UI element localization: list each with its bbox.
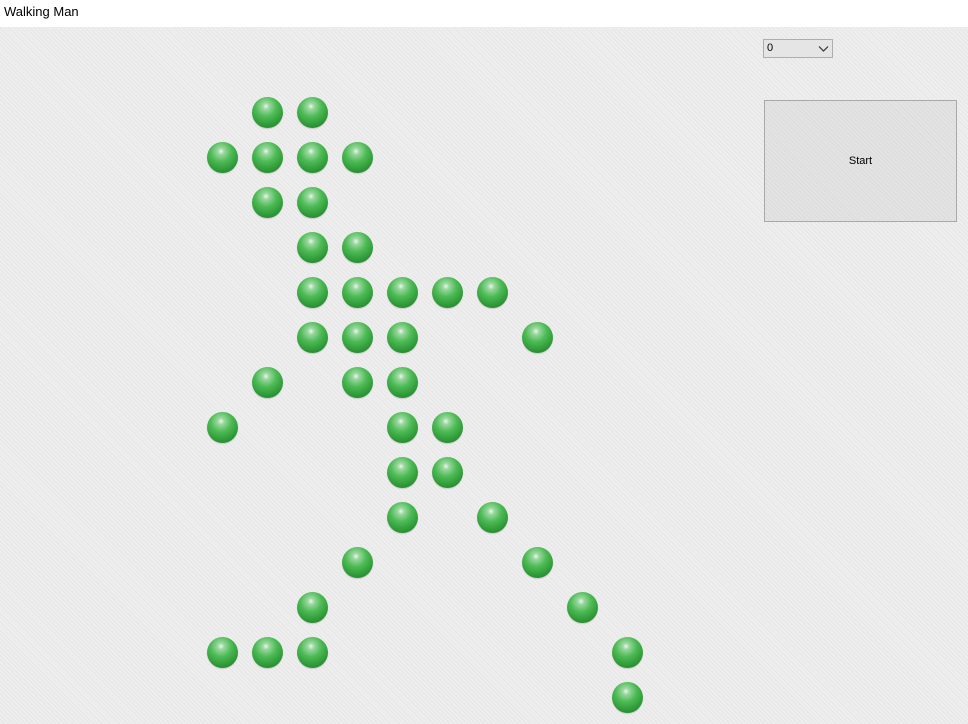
ball (342, 367, 373, 398)
frame-select-value: 0 (767, 42, 774, 54)
frame-select[interactable]: 0 (763, 39, 833, 58)
ball (387, 277, 418, 308)
ball (252, 367, 283, 398)
ball (207, 637, 238, 668)
ball (432, 412, 463, 443)
ball (432, 457, 463, 488)
ball (522, 322, 553, 353)
ball (387, 367, 418, 398)
ball (297, 232, 328, 263)
ball (387, 412, 418, 443)
ball (297, 637, 328, 668)
start-button-label: Start (848, 155, 873, 167)
ball (252, 142, 283, 173)
start-button[interactable]: Start (764, 100, 957, 222)
ball (387, 322, 418, 353)
ball (387, 502, 418, 533)
ball (252, 97, 283, 128)
ball (522, 547, 553, 578)
ball (297, 97, 328, 128)
ball (432, 277, 463, 308)
ball (387, 457, 418, 488)
ball (342, 547, 373, 578)
chevron-down-icon (818, 46, 829, 52)
ball (252, 637, 283, 668)
ball (207, 142, 238, 173)
ball (477, 277, 508, 308)
ball (342, 232, 373, 263)
ball (252, 187, 283, 218)
ball (297, 592, 328, 623)
ball (297, 142, 328, 173)
app-window: Walking Man 0 Start (0, 0, 968, 724)
ball (297, 187, 328, 218)
ball (567, 592, 598, 623)
ball (297, 277, 328, 308)
ball (342, 322, 373, 353)
ball (342, 142, 373, 173)
ball (477, 502, 508, 533)
ball (612, 637, 643, 668)
ball (297, 322, 328, 353)
ball (342, 277, 373, 308)
ball (612, 682, 643, 713)
ball (207, 412, 238, 443)
